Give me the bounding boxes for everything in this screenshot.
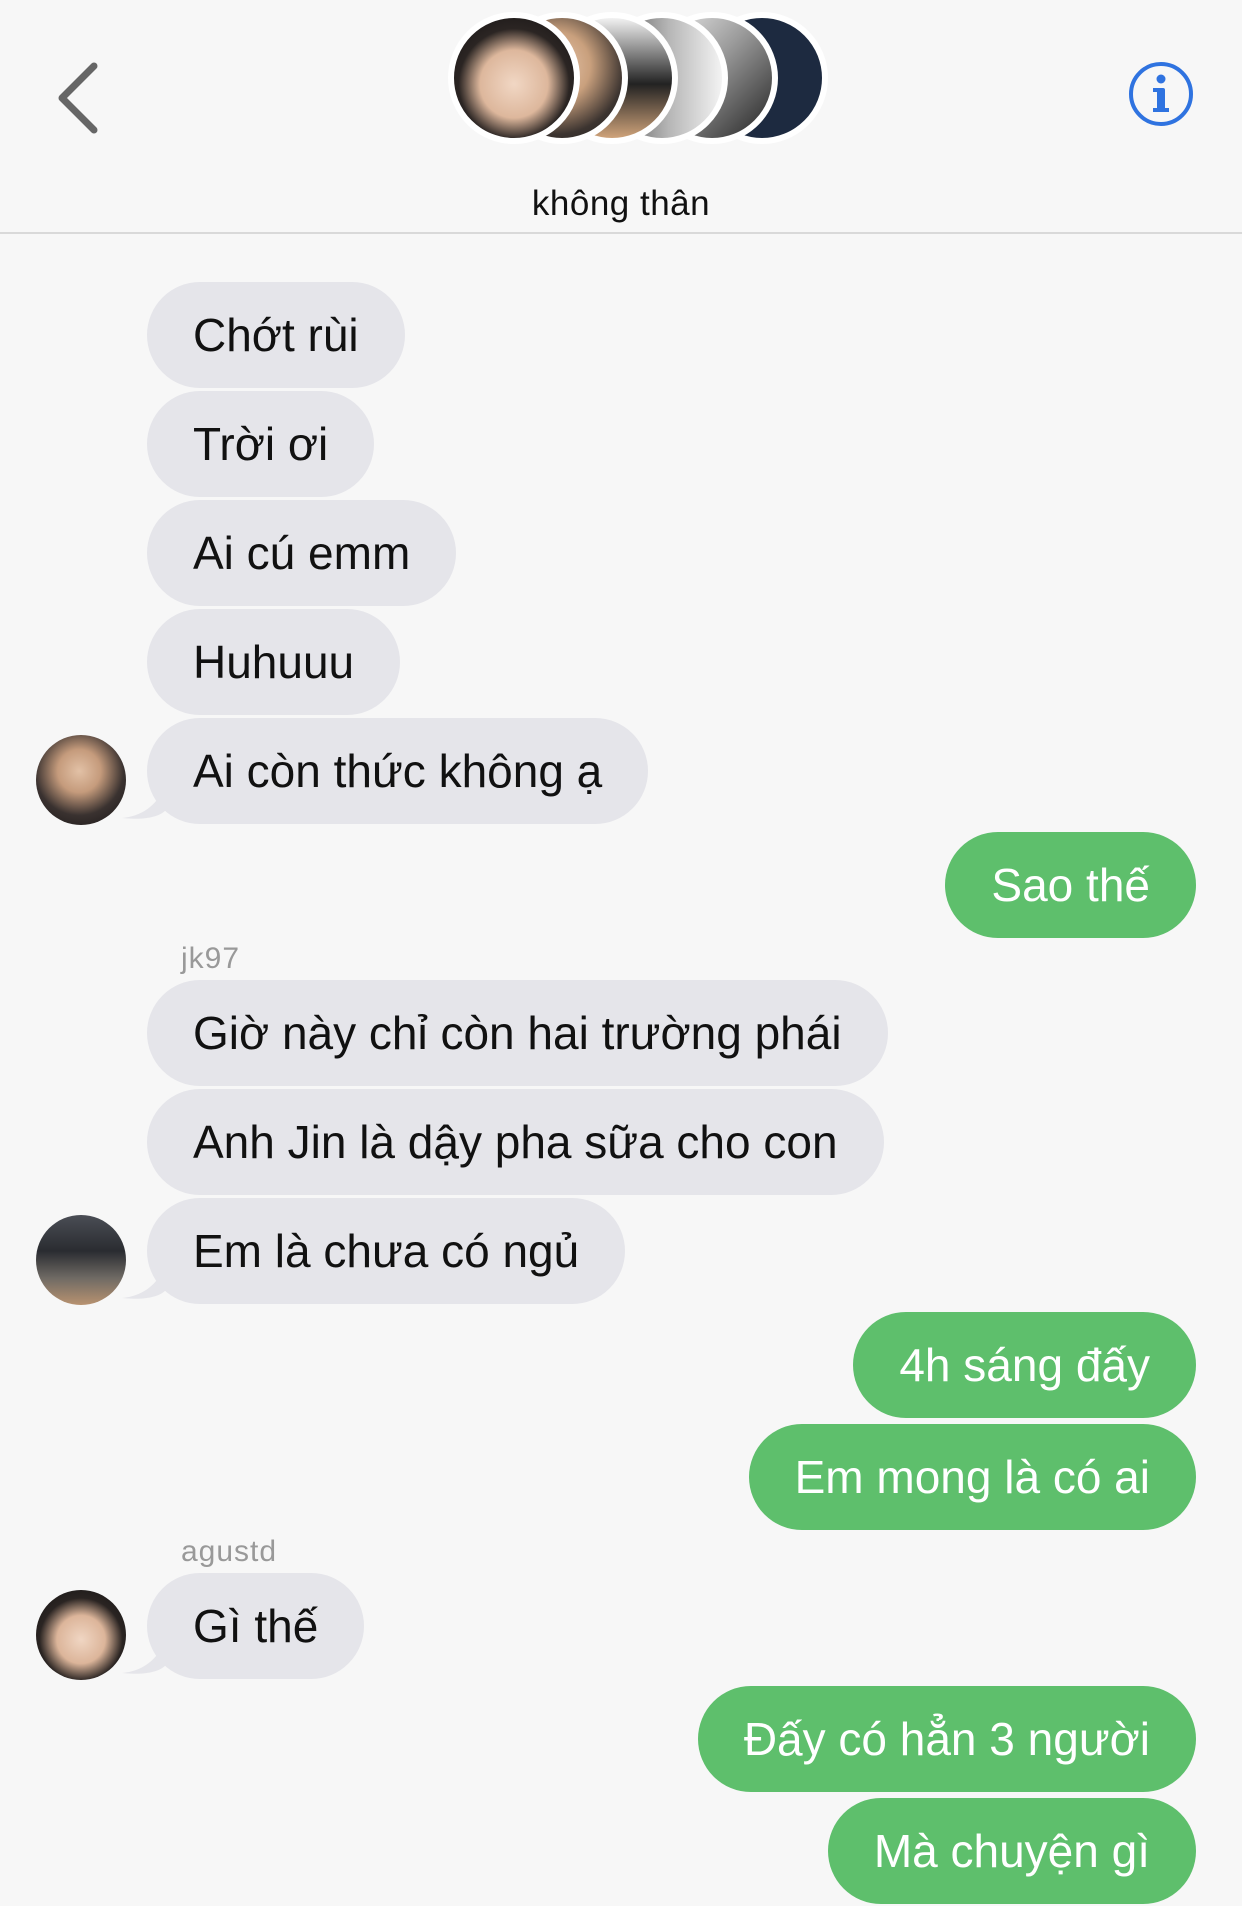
outgoing-message[interactable]: Sao thế — [945, 832, 1196, 938]
incoming-message[interactable]: Ai còn thức không ạ — [147, 718, 649, 824]
group-title[interactable]: không thân — [0, 184, 1242, 224]
incoming-message[interactable]: Chớt rùi — [147, 282, 405, 388]
outgoing-message[interactable]: Đấy có hẳn 3 người — [697, 1686, 1196, 1792]
incoming-message[interactable]: Huhuuu — [147, 609, 401, 715]
info-button[interactable] — [1128, 61, 1194, 127]
chevron-left-icon — [58, 62, 98, 134]
info-icon — [1129, 62, 1193, 126]
chat-header: không thân — [0, 0, 1242, 234]
sender-avatar[interactable] — [36, 1215, 126, 1305]
incoming-message[interactable]: Em là chưa có ngủ — [147, 1198, 626, 1304]
sender-avatar[interactable] — [36, 1590, 126, 1680]
sender-avatar[interactable] — [36, 735, 126, 825]
group-member-avatar — [448, 12, 580, 144]
back-button[interactable] — [52, 58, 112, 138]
incoming-message[interactable]: Gì thế — [147, 1573, 365, 1679]
incoming-message[interactable]: Giờ này chỉ còn hai trường phái — [147, 980, 888, 1086]
sender-name: agustd — [181, 1535, 278, 1568]
outgoing-message[interactable]: Mà chuyện gì — [827, 1798, 1196, 1904]
incoming-message[interactable]: Ai cú emm — [147, 500, 457, 606]
incoming-message[interactable]: Trời ơi — [147, 391, 375, 497]
outgoing-message[interactable]: 4h sáng đấy — [853, 1312, 1196, 1418]
group-avatar-stack[interactable] — [448, 12, 828, 144]
outgoing-message[interactable]: Em mong là có ai — [748, 1424, 1196, 1530]
incoming-message[interactable]: Anh Jin là dậy pha sữa cho con — [147, 1089, 884, 1195]
message-thread[interactable]: Chớt rùi Trời ơi Ai cú emm Huhuuu Ai còn… — [0, 252, 1242, 1906]
sender-name: jk97 — [181, 942, 241, 975]
